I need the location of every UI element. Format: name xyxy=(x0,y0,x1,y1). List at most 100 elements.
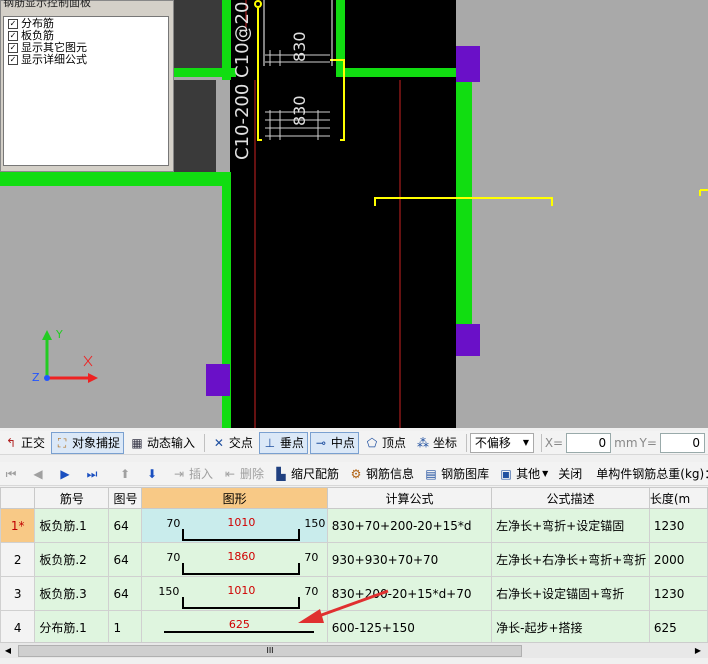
horizontal-scrollbar[interactable]: ◀ III ▶ xyxy=(0,642,708,658)
last-icon: ⏭ xyxy=(86,466,98,481)
delete-label: 删除 xyxy=(240,467,265,481)
perpendicular-label: 垂点 xyxy=(279,436,304,450)
checkbox-distribution-rebar[interactable]: ✓ 分布筋 xyxy=(4,18,168,29)
perpendicular-snap-button[interactable]: ⊥ 垂点 xyxy=(258,431,308,454)
scale-rebar-button[interactable]: ▙ 缩尺配筋 xyxy=(270,463,343,485)
x-label: X= xyxy=(544,435,564,450)
delete-icon: ⇤ xyxy=(224,466,236,481)
yellow-rebar xyxy=(254,0,708,206)
panel-title: 钢筋显示控制面板 xyxy=(3,0,91,9)
next-record-button[interactable]: ▶ xyxy=(54,463,79,485)
coordinate-snap-button[interactable]: ⁂ 坐标 xyxy=(412,432,461,454)
red-guide-lines xyxy=(245,0,401,428)
info-icon: ⚙ xyxy=(350,466,362,481)
intersection-snap-button[interactable]: ✕ 交点 xyxy=(208,432,257,454)
coordinate-axes xyxy=(42,330,98,383)
annotation-arrow xyxy=(298,589,389,623)
checkbox-slab-negative-rebar[interactable]: ✓ 板负筋 xyxy=(4,30,168,41)
other-menu-button[interactable]: ▣ 其他 ▼ xyxy=(495,463,552,485)
insert-label: 插入 xyxy=(189,467,214,481)
midpoint-snap-button[interactable]: ⊸ 中点 xyxy=(309,431,359,454)
scroll-thumb[interactable]: III xyxy=(18,645,522,657)
checkbox-label: 板负筋 xyxy=(21,29,54,42)
previous-icon: ◀ xyxy=(33,466,43,481)
move-up-button[interactable]: ⬆ xyxy=(114,463,139,485)
separator xyxy=(465,433,467,452)
close-button[interactable]: 关闭 xyxy=(554,463,586,485)
dimension-830-bottom: 830 xyxy=(290,95,309,126)
total-weight-label: 单构件钢筋总重(kg)：9 xyxy=(596,467,708,481)
scroll-right-icon[interactable]: ▶ xyxy=(692,645,704,657)
rebar-info-label: 钢筋信息 xyxy=(366,467,415,481)
other-label: 其他 xyxy=(516,467,541,481)
intersection-label: 交点 xyxy=(228,436,253,450)
cad-viewport[interactable]: C10-200 C10@20 830 830 Y X Z 钢筋显示控制面板 ✓ … xyxy=(0,0,708,428)
last-record-button[interactable]: ⏭ xyxy=(81,463,106,485)
axis-z-label: Z xyxy=(32,371,40,384)
y-coordinate-input[interactable]: 0 xyxy=(659,432,705,453)
checkbox[interactable]: ✓ xyxy=(8,18,18,29)
ortho-label: 正交 xyxy=(21,436,46,450)
rebar-display-panel: 钢筋显示控制面板 ✓ 分布筋 ✓ 板负筋 ✓ 显示其它图元 ✓ 显示详细公式 xyxy=(0,0,174,172)
grid-icon: ▦ xyxy=(131,435,143,450)
rebar-info-button[interactable]: ⚙ 钢筋信息 xyxy=(345,463,418,485)
next-icon: ▶ xyxy=(60,466,70,481)
magnet-icon: ⛶ xyxy=(57,435,67,450)
delete-button[interactable]: ⇤ 删除 xyxy=(219,463,268,485)
checkbox-label: 显示其它图元 xyxy=(21,41,87,54)
checkbox-label: 分布筋 xyxy=(21,17,54,30)
chevron-down-icon: ▼ xyxy=(522,438,529,447)
scale-icon: ▙ xyxy=(276,466,286,481)
checkbox-label: 显示详细公式 xyxy=(21,53,87,66)
axis-y-label: Y xyxy=(56,328,63,341)
checkbox[interactable]: ✓ xyxy=(8,54,18,65)
checkbox[interactable]: ✓ xyxy=(8,30,18,41)
arrow-up-icon: ⬆ xyxy=(119,466,131,481)
insert-button[interactable]: ⇥ 插入 xyxy=(168,463,217,485)
scale-rebar-label: 缩尺配筋 xyxy=(291,467,340,481)
vertex-icon: ⬠ xyxy=(366,435,378,450)
arrow-down-icon: ⬇ xyxy=(146,466,158,481)
insert-icon: ⇥ xyxy=(173,466,185,481)
midpoint-icon: ⊸ xyxy=(315,435,326,450)
snap-toolbar: ↰ 正交 ⛶ 对象捕捉 ▦ 动态输入 ✕ 交点 ⊥ 垂点 ⊸ 中点 ⬠ 顶点 ⁂… xyxy=(0,431,708,455)
perpendicular-icon: ⊥ xyxy=(264,435,276,450)
midpoint-label: 中点 xyxy=(330,436,355,450)
y-label: Y= xyxy=(639,435,657,450)
scroll-left-icon[interactable]: ◀ xyxy=(2,645,14,657)
coordinate-icon: ⁂ xyxy=(416,435,429,450)
rebar-library-button[interactable]: ▤ 钢筋图库 xyxy=(420,463,493,485)
checkbox-show-detailed-formula[interactable]: ✓ 显示详细公式 xyxy=(4,54,168,65)
vertex-snap-button[interactable]: ⬠ 顶点 xyxy=(361,432,410,454)
first-icon: ⏮ xyxy=(5,466,17,481)
ortho-button[interactable]: ↰ 正交 xyxy=(0,432,49,454)
chevron-down-icon: ▼ xyxy=(542,469,549,478)
checkbox-show-other-elements[interactable]: ✓ 显示其它图元 xyxy=(4,42,168,53)
checkbox[interactable]: ✓ xyxy=(8,42,18,53)
dimension-830-top: 830 xyxy=(290,31,309,62)
offset-mode-select[interactable]: 不偏移 ▼ xyxy=(469,432,534,453)
vertex-label: 顶点 xyxy=(381,436,406,450)
object-snap-label: 对象捕捉 xyxy=(72,436,121,450)
dynamic-input-button[interactable]: ▦ 动态输入 xyxy=(126,432,199,454)
unit-label: mm xyxy=(614,435,638,450)
rebar-toolbar: ⏮ ◀ ▶ ⏭ ⬆ ⬇ ⇥ 插入 ⇤ 删除 ▙ 缩尺配筋 ⚙ 钢筋信息 ▤ 钢筋… xyxy=(0,462,708,486)
previous-record-button[interactable]: ◀ xyxy=(27,463,52,485)
rebar-table: 筋号 图号 图形 计算公式 公式描述 长度(m 1* 板负筋.1 64 70 1… xyxy=(0,487,708,642)
x-coordinate-input[interactable]: 0 xyxy=(566,432,612,453)
object-snap-button[interactable]: ⛶ 对象捕捉 xyxy=(51,431,125,454)
move-down-button[interactable]: ⬇ xyxy=(141,463,166,485)
intersection-icon: ✕ xyxy=(213,435,224,450)
separator xyxy=(204,433,205,452)
other-icon: ▣ xyxy=(500,466,512,481)
ortho-icon: ↰ xyxy=(5,435,17,450)
rebar-label: C10-200 C10@20 xyxy=(232,1,253,160)
coordinate-label: 坐标 xyxy=(432,436,457,450)
rebar-library-label: 钢筋图库 xyxy=(441,467,490,481)
panel-list: ✓ 分布筋 ✓ 板负筋 ✓ 显示其它图元 ✓ 显示详细公式 xyxy=(3,16,169,166)
scroll-grip: III xyxy=(266,646,274,655)
library-icon: ▤ xyxy=(425,466,437,481)
close-label: 关闭 xyxy=(558,467,583,481)
dynamic-input-label: 动态输入 xyxy=(147,436,196,450)
first-record-button[interactable]: ⏮ xyxy=(0,463,25,485)
